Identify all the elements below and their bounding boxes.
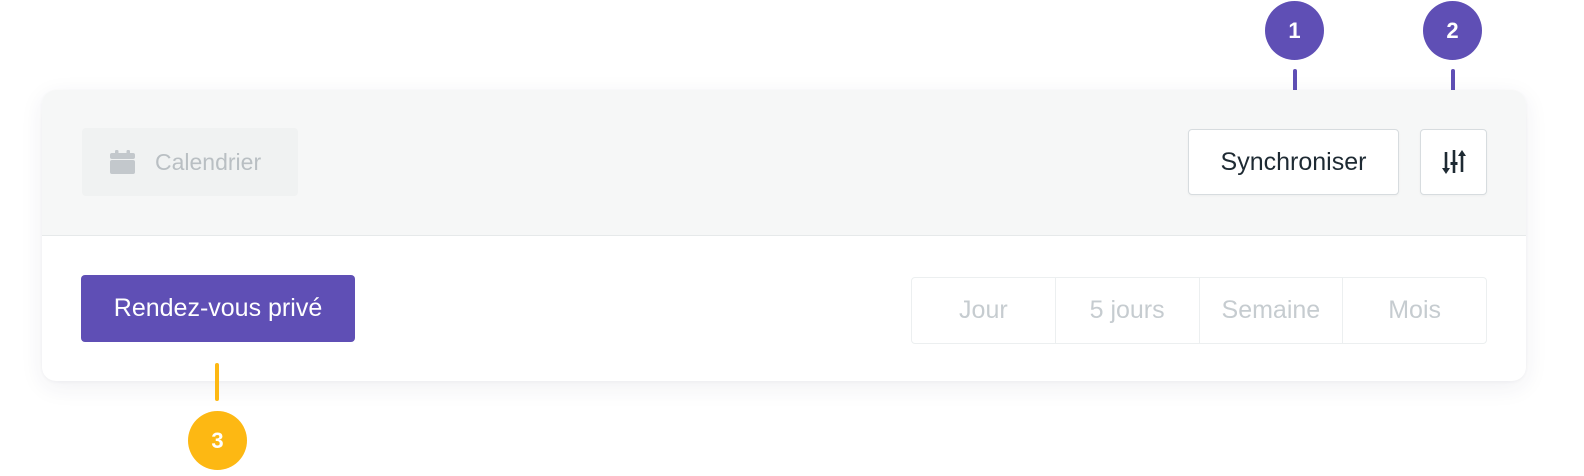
calendar-label: Calendrier — [155, 148, 262, 175]
view-month-button[interactable]: Mois — [1343, 278, 1486, 343]
view-label: Mois — [1388, 296, 1442, 324]
card-header: Calendrier Synchroniser — [42, 90, 1526, 236]
view-day-button[interactable]: Jour — [912, 278, 1056, 343]
view-week-button[interactable]: Semaine — [1200, 278, 1344, 343]
stage: 1 2 Calendrier Synchroniser Rendez-vous … — [0, 0, 1584, 476]
annotation-leader-3 — [215, 363, 219, 401]
view-label: 5 jours — [1089, 296, 1165, 324]
view-label: Jour — [959, 296, 1008, 324]
filter-button[interactable] — [1420, 129, 1487, 195]
calendar-card: Calendrier Synchroniser Rendez-vous priv… — [42, 90, 1526, 381]
sliders-sort-icon — [1441, 150, 1466, 174]
annotation-marker-1: 1 — [1265, 1, 1324, 60]
annotation-number: 3 — [211, 427, 224, 453]
annotation-marker-2: 2 — [1423, 1, 1482, 60]
view-label: Semaine — [1221, 296, 1321, 324]
card-toolbar: Rendez-vous privé Jour 5 jours Semaine M… — [42, 237, 1526, 381]
private-appointment-button[interactable]: Rendez-vous privé — [81, 275, 355, 342]
sync-button[interactable]: Synchroniser — [1188, 129, 1399, 195]
view-switcher: Jour 5 jours Semaine Mois — [911, 277, 1487, 344]
annotation-number: 1 — [1288, 17, 1301, 43]
sync-button-label: Synchroniser — [1220, 147, 1367, 176]
annotation-number: 2 — [1446, 17, 1459, 43]
private-appointment-label: Rendez-vous privé — [113, 294, 323, 322]
calendar-icon — [110, 150, 135, 174]
calendar-chip: Calendrier — [82, 128, 298, 196]
view-5-days-button[interactable]: 5 jours — [1056, 278, 1200, 343]
annotation-marker-3: 3 — [188, 411, 247, 470]
